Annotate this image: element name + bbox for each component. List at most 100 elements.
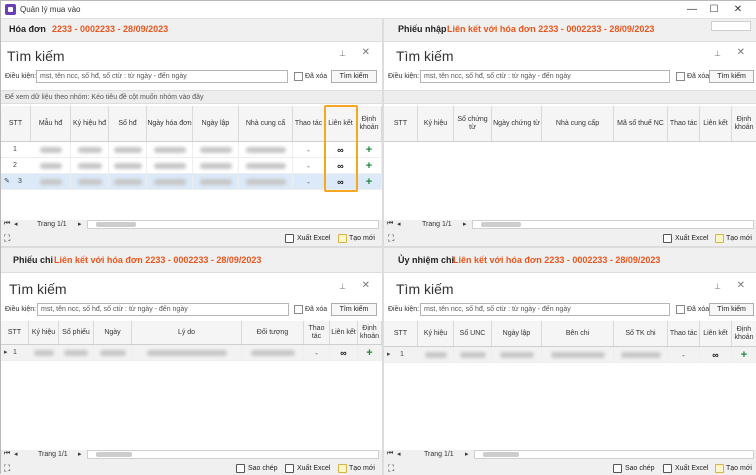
col-ky-hieu[interactable]: Ký hiệu xyxy=(29,321,59,344)
col-so-unc[interactable]: Số UNC xyxy=(454,321,492,346)
col-nha-cung-cap[interactable]: Nhà cung cấ xyxy=(239,106,293,141)
new-button[interactable]: Tạo mới xyxy=(349,465,375,472)
export-excel-button[interactable]: Xuất Excel xyxy=(297,465,330,472)
condition-input[interactable]: mst, tên ncc, số hđ, số ctừ : từ ngày - … xyxy=(36,70,288,83)
col-stt[interactable]: STT xyxy=(1,321,29,344)
first-page-icon[interactable]: ⏮ xyxy=(387,220,393,228)
condition-input[interactable]: mst, tên ncc, số hđ, số ctừ : từ ngày - … xyxy=(37,303,289,316)
col-dinh-khoan[interactable]: Định khoản xyxy=(357,106,382,141)
col-stt[interactable]: STT xyxy=(1,106,31,141)
fit-icon[interactable]: ⛶ xyxy=(4,463,10,474)
col-thao-tac[interactable]: Thao tác xyxy=(668,321,700,346)
col-dinh-khoan[interactable]: Định khoản xyxy=(358,321,382,344)
pin-icon[interactable]: ⊥ xyxy=(339,49,346,58)
new-button[interactable]: Tạo mới xyxy=(726,465,752,472)
add-accounting-icon[interactable]: + xyxy=(357,174,382,190)
col-ngay-hoa-don[interactable]: Ngày hóa đơn xyxy=(147,106,193,141)
next-page-icon[interactable]: ▸ xyxy=(463,220,467,228)
add-accounting-icon[interactable]: + xyxy=(357,158,382,174)
search-button[interactable]: Tìm kiếm xyxy=(709,303,754,316)
deleted-checkbox[interactable] xyxy=(676,72,685,81)
col-thao-tac[interactable]: Thao tác xyxy=(304,321,330,344)
col-lien-ket[interactable]: Liên kết xyxy=(700,321,732,346)
col-ngay-lap[interactable]: Ngày lập xyxy=(492,321,542,346)
table-row[interactable]: ▸ 1 - ∞ + xyxy=(1,345,382,361)
next-page-icon[interactable]: ▸ xyxy=(78,450,82,458)
horizontal-scrollbar[interactable] xyxy=(474,450,754,459)
prev-page-icon[interactable]: ◂ xyxy=(14,220,18,228)
col-thao-tac[interactable]: Thao tác xyxy=(668,106,700,141)
next-page-icon[interactable]: ▸ xyxy=(78,220,82,228)
action-dropdown[interactable]: - xyxy=(304,345,330,361)
col-lien-ket[interactable]: Liên kết xyxy=(330,321,358,344)
search-button[interactable]: Tìm kiếm xyxy=(331,303,377,316)
link-icon[interactable]: ∞ xyxy=(330,345,358,361)
condition-input[interactable]: mst, tên ncc, số hđ, số ctừ : từ ngày - … xyxy=(420,303,670,316)
col-ma-so-thue[interactable]: Mã số thuế NC xyxy=(614,106,668,141)
new-button[interactable]: Tạo mới xyxy=(349,235,375,242)
fit-icon[interactable]: ⛶ xyxy=(388,463,394,474)
deleted-checkbox[interactable] xyxy=(294,305,303,314)
close-icon[interactable]: ✕ xyxy=(362,47,370,58)
col-doi-tuong[interactable]: Đối tượng xyxy=(242,321,304,344)
close-window-button[interactable]: ✕ xyxy=(727,3,749,17)
col-stt[interactable]: STT xyxy=(384,106,418,141)
export-excel-button[interactable]: Xuất Excel xyxy=(675,465,708,472)
export-excel-button[interactable]: Xuất Excel xyxy=(675,235,708,242)
col-ky-hieu[interactable]: Ký hiệu xyxy=(418,106,454,141)
col-so-phieu[interactable]: Số phiếu xyxy=(59,321,94,344)
col-ben-chi[interactable]: Bên chi xyxy=(542,321,614,346)
col-ky-hieu[interactable]: Ký hiệu xyxy=(418,321,454,346)
col-nha-cung-cap[interactable]: Nhà cung cấp xyxy=(542,106,614,141)
col-lien-ket[interactable]: Liên kết xyxy=(700,106,732,141)
prev-page-icon[interactable]: ◂ xyxy=(397,220,401,228)
action-dropdown[interactable]: - xyxy=(293,142,325,158)
header-field[interactable] xyxy=(711,21,751,31)
col-so-tk-chi[interactable]: Số TK chi xyxy=(614,321,668,346)
fit-icon[interactable]: ⛶ xyxy=(4,233,10,244)
search-button[interactable]: Tìm kiếm xyxy=(331,70,377,83)
horizontal-scrollbar[interactable] xyxy=(87,450,379,459)
pin-icon[interactable]: ⊥ xyxy=(339,282,346,291)
horizontal-scrollbar[interactable] xyxy=(472,220,754,229)
first-page-icon[interactable]: ⏮ xyxy=(4,220,10,228)
close-icon[interactable]: ✕ xyxy=(737,280,745,291)
maximize-button[interactable]: ☐ xyxy=(703,3,725,17)
col-dinh-khoan[interactable]: Định khoản xyxy=(732,106,756,141)
horizontal-scrollbar[interactable] xyxy=(87,220,379,229)
deleted-checkbox[interactable] xyxy=(294,72,303,81)
fit-icon[interactable]: ⛶ xyxy=(388,233,394,244)
new-button[interactable]: Tạo mới xyxy=(726,235,752,242)
copy-button[interactable]: Sao chép xyxy=(625,465,655,472)
col-stt[interactable]: STT xyxy=(384,321,418,346)
export-excel-button[interactable]: Xuất Excel xyxy=(297,235,330,242)
add-accounting-icon[interactable]: + xyxy=(358,345,382,361)
col-ly-do[interactable]: Lý do xyxy=(132,321,242,344)
first-page-icon[interactable]: ⏮ xyxy=(387,450,393,458)
col-thao-tac[interactable]: Thao tác xyxy=(293,106,325,141)
col-dinh-khoan[interactable]: Định khoản xyxy=(732,321,756,346)
link-icon[interactable]: ∞ xyxy=(700,347,732,363)
first-page-icon[interactable]: ⏮ xyxy=(4,450,10,458)
col-ky-hieu[interactable]: Ký hiệu hđ xyxy=(71,106,109,141)
col-mau-hd[interactable]: Mẫu hđ xyxy=(31,106,71,141)
col-ngay[interactable]: Ngày xyxy=(94,321,132,344)
action-dropdown[interactable]: - xyxy=(293,158,325,174)
col-so-chung-tu[interactable]: Số chứng từ xyxy=(454,106,492,141)
search-button[interactable]: Tìm kiếm xyxy=(709,70,754,83)
add-accounting-icon[interactable]: + xyxy=(732,347,756,363)
next-page-icon[interactable]: ▸ xyxy=(465,450,469,458)
table-row[interactable]: ▸ 1 - ∞ + xyxy=(384,347,756,363)
prev-page-icon[interactable]: ◂ xyxy=(14,450,18,458)
close-icon[interactable]: ✕ xyxy=(737,47,745,58)
pin-icon[interactable]: ⊥ xyxy=(714,282,721,291)
col-ngay-lap[interactable]: Ngày lập xyxy=(193,106,239,141)
prev-page-icon[interactable]: ◂ xyxy=(397,450,401,458)
deleted-checkbox[interactable] xyxy=(676,305,685,314)
action-dropdown[interactable]: - xyxy=(293,174,325,190)
minimize-button[interactable]: — xyxy=(681,3,703,17)
add-accounting-icon[interactable]: + xyxy=(357,142,382,158)
copy-button[interactable]: Sao chép xyxy=(248,465,278,472)
col-so-hd[interactable]: Số hđ xyxy=(109,106,147,141)
col-ngay-chung-tu[interactable]: Ngày chứng từ xyxy=(492,106,542,141)
